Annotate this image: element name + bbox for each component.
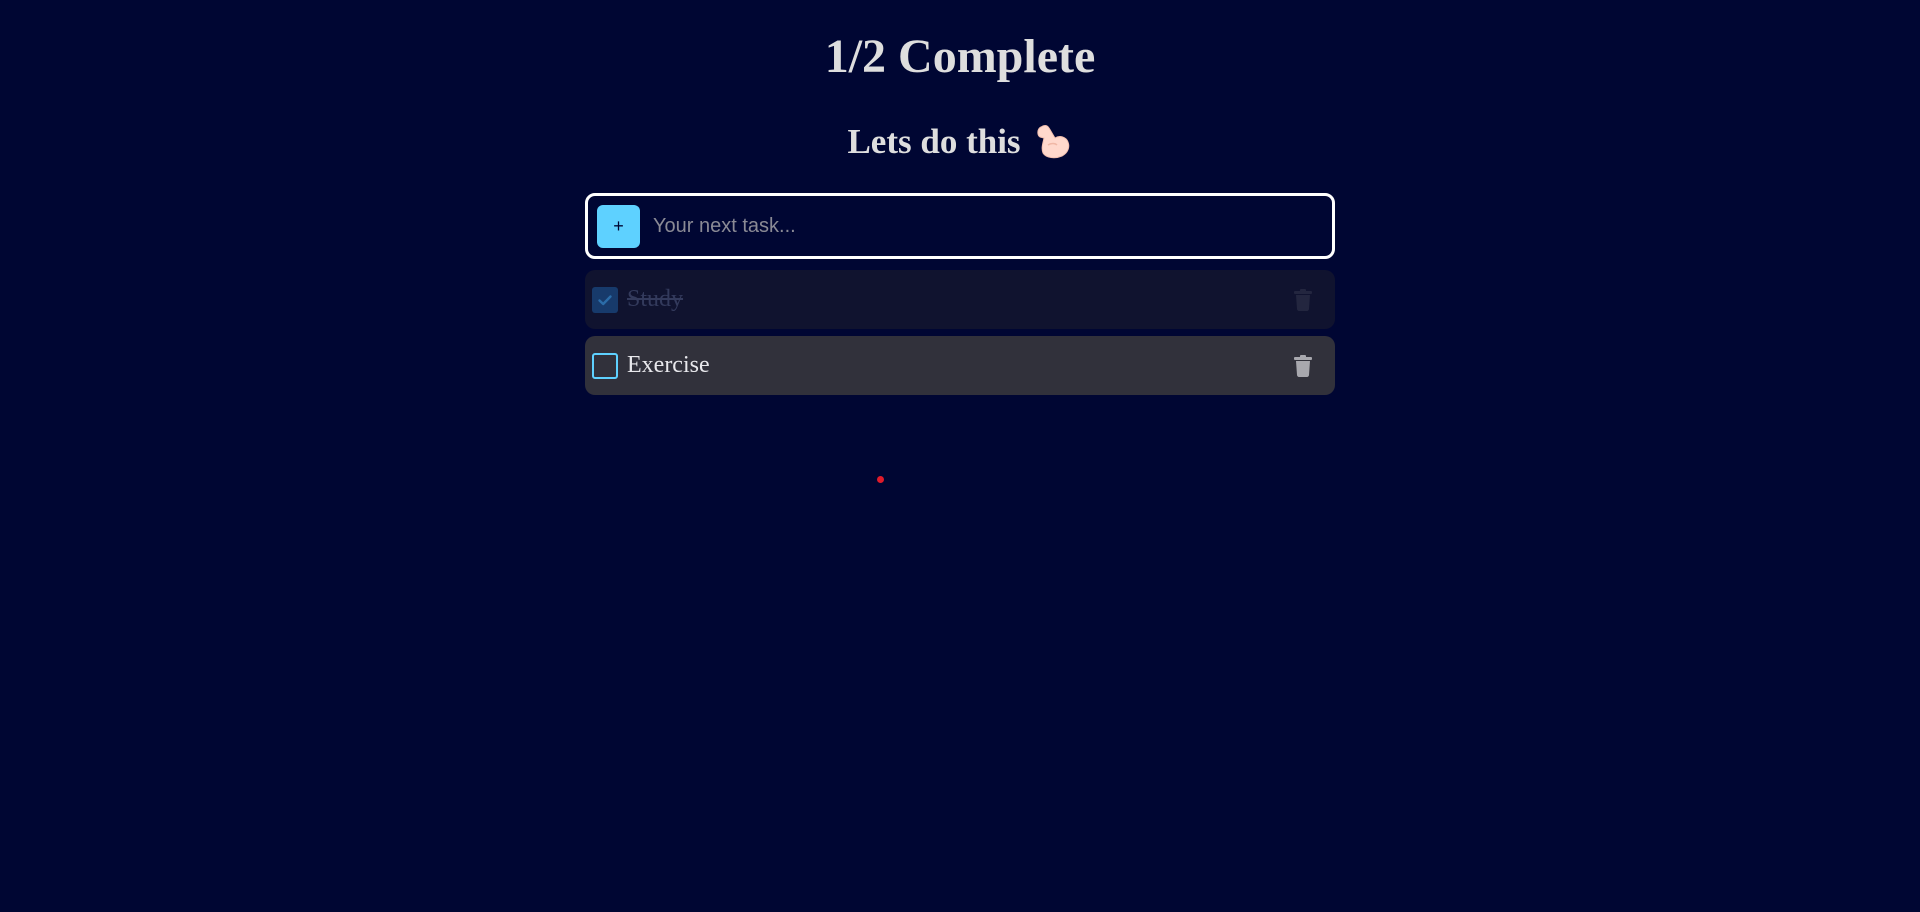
trash-icon[interactable] xyxy=(1293,288,1313,312)
checkmark-icon xyxy=(598,294,612,305)
trash-icon[interactable] xyxy=(1293,354,1313,378)
task-item-exercise: Exercise xyxy=(585,336,1335,395)
task-label: Exercise xyxy=(627,352,710,378)
task-label: Study xyxy=(627,286,684,312)
task-checkbox-unchecked[interactable] xyxy=(592,352,618,379)
new-task-form: + xyxy=(585,193,1335,259)
task-checkbox-checked[interactable] xyxy=(592,286,618,313)
motivation-heading: Lets do this xyxy=(585,118,1335,166)
progress-title: 1/2 Complete xyxy=(824,30,1096,83)
flexed-biceps-icon xyxy=(1033,121,1073,161)
cursor-dot xyxy=(877,476,884,483)
task-item-study: Study xyxy=(585,270,1335,329)
motivation-text: Lets do this xyxy=(847,122,1021,161)
new-task-input[interactable] xyxy=(651,205,1322,247)
add-task-button[interactable]: + xyxy=(597,204,640,248)
